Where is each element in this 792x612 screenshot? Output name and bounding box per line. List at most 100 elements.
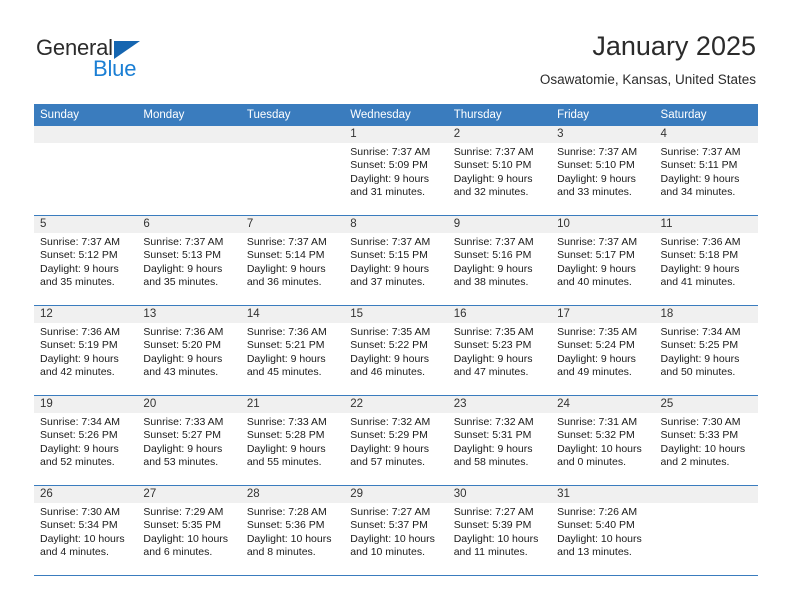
- calendar-day-cell[interactable]: 12 Sunrise: 7:36 AM Sunset: 5:19 PM Dayligh…: [34, 306, 138, 395]
- day-details: Sunrise: 7:37 AM Sunset: 5:13 PM Daylight:…: [137, 233, 240, 290]
- calendar-day-cell[interactable]: 4 Sunrise: 7:37 AM Sunset: 5:11 PM Daylight…: [654, 126, 758, 215]
- page-title: January 2025: [592, 31, 756, 61]
- day-number: 27: [137, 486, 241, 503]
- calendar-day-cell[interactable]: 6 Sunrise: 7:37 AM Sunset: 5:13 PM Daylight…: [137, 216, 241, 305]
- calendar-week-row: 1 Sunrise: 7:37 AM Sunset: 5:09 PM Daylight…: [34, 126, 758, 215]
- calendar-day-cell[interactable]: 19 Sunrise: 7:34 AM Sunset: 5:26 PM Dayligh…: [34, 396, 138, 485]
- daylight-text-line1: Daylight: 10 hours: [660, 442, 746, 455]
- weekday-header-sunday: Sunday: [40, 109, 80, 121]
- calendar-day-cell[interactable]: 13 Sunrise: 7:36 AM Sunset: 5:20 PM Dayligh…: [137, 306, 241, 395]
- calendar-day-cell-empty: [654, 486, 758, 575]
- daylight-text-line1: Daylight: 10 hours: [453, 532, 539, 545]
- calendar-day-cell[interactable]: 5 Sunrise: 7:37 AM Sunset: 5:12 PM Daylight…: [34, 216, 138, 305]
- sunrise-text: Sunrise: 7:34 AM: [40, 416, 120, 428]
- calendar-day-cell[interactable]: 21 Sunrise: 7:33 AM Sunset: 5:28 PM Dayligh…: [240, 396, 345, 485]
- daylight-text-line1: Daylight: 10 hours: [350, 532, 435, 545]
- calendar-day-cell[interactable]: 16 Sunrise: 7:35 AM Sunset: 5:23 PM Dayligh…: [447, 306, 552, 395]
- daylight-text-line2: and 10 minutes.: [350, 546, 425, 559]
- calendar-week-row: 12 Sunrise: 7:36 AM Sunset: 5:19 PM Dayligh…: [34, 305, 758, 395]
- calendar-day-cell[interactable]: 1 Sunrise: 7:37 AM Sunset: 5:09 PM Daylight…: [344, 126, 448, 215]
- day-details: Sunrise: 7:37 AM Sunset: 5:14 PM Daylight:…: [241, 233, 344, 290]
- daylight-text-line1: Daylight: 9 hours: [350, 172, 430, 185]
- calendar-day-cell[interactable]: 29 Sunrise: 7:27 AM Sunset: 5:37 PM Dayligh…: [344, 486, 448, 575]
- calendar-day-cell[interactable]: 28 Sunrise: 7:28 AM Sunset: 5:36 PM Dayligh…: [240, 486, 345, 575]
- calendar-day-cell[interactable]: 9 Sunrise: 7:37 AM Sunset: 5:16 PM Daylight…: [447, 216, 552, 305]
- calendar-day-cell[interactable]: 2 Sunrise: 7:37 AM Sunset: 5:10 PM Daylight…: [447, 126, 552, 215]
- day-details: Sunrise: 7:36 AM Sunset: 5:21 PM Daylight:…: [241, 323, 344, 380]
- weekday-header-saturday: Saturday: [660, 109, 707, 121]
- calendar-day-cell[interactable]: 20 Sunrise: 7:33 AM Sunset: 5:27 PM Dayligh…: [137, 396, 241, 485]
- day-number: 17: [551, 306, 655, 323]
- calendar-day-cell[interactable]: 23 Sunrise: 7:32 AM Sunset: 5:31 PM Dayligh…: [447, 396, 552, 485]
- daylight-text-line2: and 33 minutes.: [557, 186, 632, 199]
- sunrise-text: Sunrise: 7:27 AM: [350, 506, 431, 518]
- sunrise-text: Sunrise: 7:37 AM: [660, 146, 741, 158]
- daylight-text-line2: and 42 minutes.: [40, 366, 115, 379]
- calendar-day-cell[interactable]: 18 Sunrise: 7:34 AM Sunset: 5:25 PM Dayligh…: [654, 306, 758, 395]
- sunset-text: Sunset: 5:26 PM: [40, 429, 118, 442]
- daylight-text-line2: and 49 minutes.: [557, 366, 632, 379]
- calendar-day-cell[interactable]: 22 Sunrise: 7:32 AM Sunset: 5:29 PM Dayligh…: [344, 396, 448, 485]
- calendar-day-cell[interactable]: 7 Sunrise: 7:37 AM Sunset: 5:14 PM Daylight…: [240, 216, 345, 305]
- calendar-day-cell[interactable]: 26 Sunrise: 7:30 AM Sunset: 5:34 PM Dayligh…: [34, 486, 138, 575]
- calendar-day-cell[interactable]: 14 Sunrise: 7:36 AM Sunset: 5:21 PM Dayligh…: [240, 306, 345, 395]
- weekday-header-friday: Friday: [557, 109, 590, 121]
- calendar-day-cell[interactable]: 30 Sunrise: 7:27 AM Sunset: 5:39 PM Dayligh…: [447, 486, 552, 575]
- sunrise-text: Sunrise: 7:32 AM: [453, 416, 534, 428]
- day-number: 15: [344, 306, 448, 323]
- weekday-header-row: Sunday Monday Tuesday Wednesday Thursday Frid…: [34, 104, 758, 126]
- day-details: Sunrise: 7:35 AM Sunset: 5:24 PM Daylight:…: [551, 323, 654, 380]
- sunrise-text: Sunrise: 7:31 AM: [557, 416, 638, 428]
- daylight-text-line1: Daylight: 10 hours: [557, 532, 642, 545]
- sunrise-text: Sunrise: 7:37 AM: [246, 236, 327, 248]
- sunset-text: Sunset: 5:34 PM: [40, 519, 118, 532]
- calendar-day-cell-empty: [34, 126, 138, 215]
- daylight-text-line2: and 35 minutes.: [143, 276, 219, 289]
- sunset-text: Sunset: 5:32 PM: [557, 429, 635, 442]
- calendar-day-cell[interactable]: 3 Sunrise: 7:37 AM Sunset: 5:10 PM Daylight…: [551, 126, 655, 215]
- daylight-text-line1: Daylight: 9 hours: [453, 172, 533, 185]
- sunset-text: Sunset: 5:23 PM: [453, 339, 532, 352]
- sunrise-text: Sunrise: 7:36 AM: [660, 236, 741, 248]
- day-number: 8: [344, 216, 448, 233]
- daylight-text-line2: and 2 minutes.: [660, 456, 730, 469]
- calendar-day-cell[interactable]: 15 Sunrise: 7:35 AM Sunset: 5:22 PM Dayligh…: [344, 306, 448, 395]
- logo-text-blue: Blue: [93, 56, 137, 81]
- sunrise-text: Sunrise: 7:36 AM: [246, 326, 327, 338]
- daylight-text-line1: Daylight: 9 hours: [40, 442, 119, 455]
- calendar-day-cell[interactable]: 31 Sunrise: 7:26 AM Sunset: 5:40 PM Dayligh…: [551, 486, 655, 575]
- sunrise-text: Sunrise: 7:37 AM: [40, 236, 120, 248]
- calendar-day-cell[interactable]: 27 Sunrise: 7:29 AM Sunset: 5:35 PM Dayligh…: [137, 486, 241, 575]
- daylight-text-line2: and 38 minutes.: [453, 276, 529, 289]
- sunrise-text: Sunrise: 7:30 AM: [40, 506, 120, 518]
- calendar-day-cell[interactable]: 11 Sunrise: 7:36 AM Sunset: 5:18 PM Dayligh…: [654, 216, 758, 305]
- calendar-grid: Sunday Monday Tuesday Wednesday Thursday Frid…: [34, 104, 758, 576]
- daylight-text-line2: and 31 minutes.: [350, 186, 425, 199]
- day-details: Sunrise: 7:37 AM Sunset: 5:17 PM Daylight:…: [551, 233, 654, 290]
- sunrise-text: Sunrise: 7:37 AM: [350, 146, 431, 158]
- sunrise-text: Sunrise: 7:30 AM: [660, 416, 741, 428]
- calendar-page: General Blue January 2025 Osawatomie, Ka…: [0, 0, 792, 612]
- calendar-day-cell[interactable]: 8 Sunrise: 7:37 AM Sunset: 5:15 PM Daylight…: [344, 216, 448, 305]
- daylight-text-line2: and 50 minutes.: [660, 366, 736, 379]
- day-details: Sunrise: 7:36 AM Sunset: 5:19 PM Daylight:…: [34, 323, 137, 380]
- day-number: [137, 126, 241, 143]
- day-details: Sunrise: 7:26 AM Sunset: 5:40 PM Daylight:…: [551, 503, 654, 560]
- sunset-text: Sunset: 5:29 PM: [350, 429, 428, 442]
- sunrise-text: Sunrise: 7:29 AM: [143, 506, 224, 518]
- calendar-day-cell[interactable]: 17 Sunrise: 7:35 AM Sunset: 5:24 PM Dayligh…: [551, 306, 655, 395]
- sunset-text: Sunset: 5:22 PM: [350, 339, 428, 352]
- daylight-text-line1: Daylight: 9 hours: [143, 352, 223, 365]
- daylight-text-line1: Daylight: 10 hours: [246, 532, 332, 545]
- day-details: Sunrise: 7:29 AM Sunset: 5:35 PM Daylight:…: [137, 503, 240, 560]
- generalblue-logo[interactable]: General Blue: [36, 36, 226, 82]
- daylight-text-line1: Daylight: 9 hours: [660, 262, 740, 275]
- calendar-day-cell[interactable]: 25 Sunrise: 7:30 AM Sunset: 5:33 PM Dayligh…: [654, 396, 758, 485]
- daylight-text-line1: Daylight: 9 hours: [453, 352, 533, 365]
- day-details: Sunrise: 7:35 AM Sunset: 5:22 PM Daylight:…: [344, 323, 447, 380]
- day-number: 7: [240, 216, 345, 233]
- daylight-text-line2: and 41 minutes.: [660, 276, 736, 289]
- daylight-text-line1: Daylight: 9 hours: [246, 352, 326, 365]
- calendar-day-cell[interactable]: 24 Sunrise: 7:31 AM Sunset: 5:32 PM Dayligh…: [551, 396, 655, 485]
- calendar-day-cell[interactable]: 10 Sunrise: 7:37 AM Sunset: 5:17 PM Dayligh…: [551, 216, 655, 305]
